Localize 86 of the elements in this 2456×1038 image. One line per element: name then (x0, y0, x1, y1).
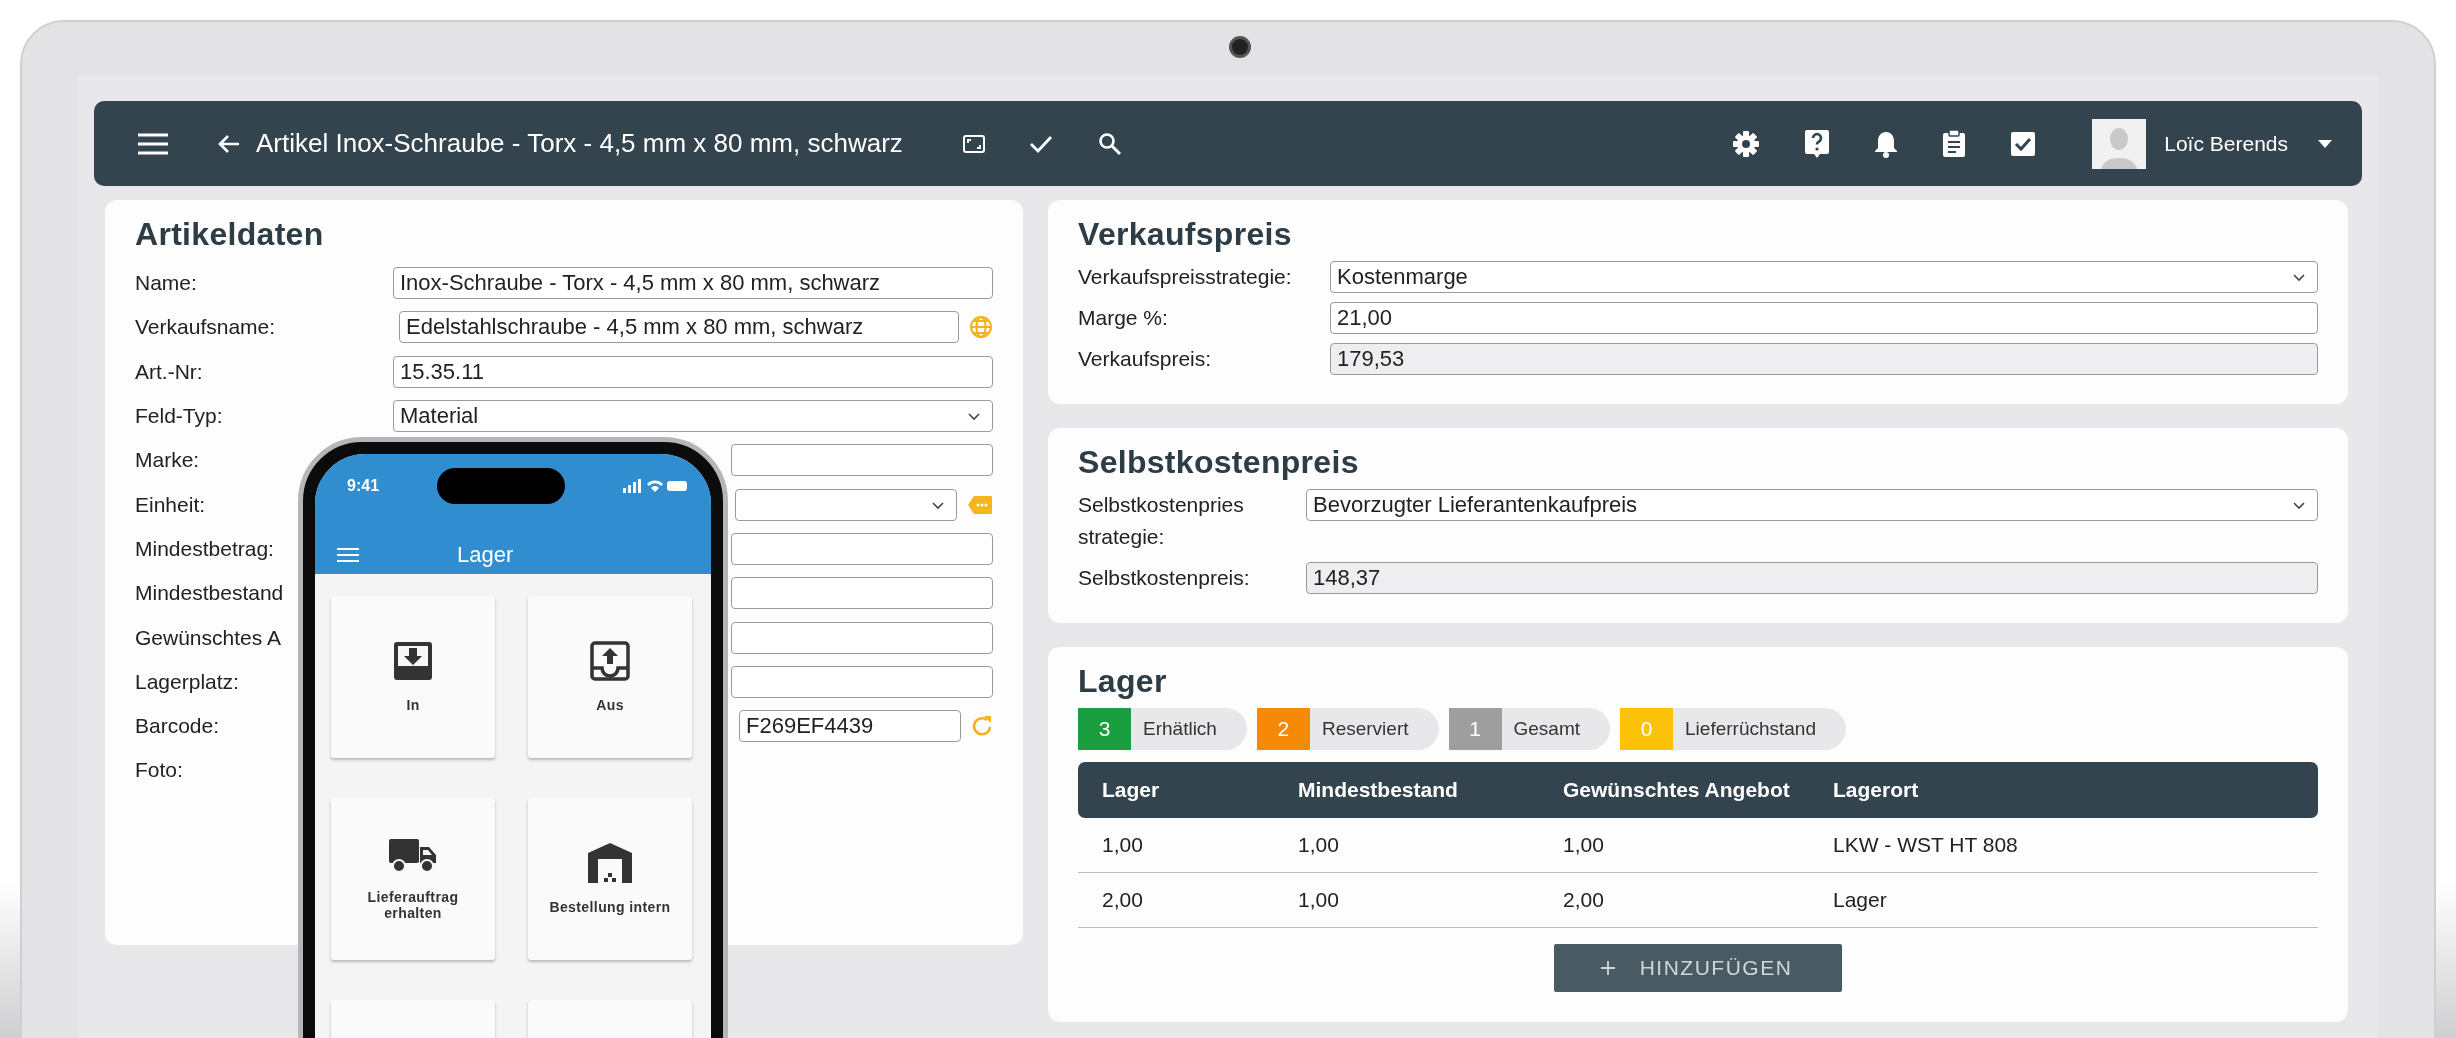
input-field[interactable] (731, 621, 993, 654)
chevron-down-icon[interactable] (932, 501, 944, 510)
menu-tile[interactable]: Aus (528, 596, 692, 758)
menu-tile[interactable]: Bestellung intern (528, 798, 692, 960)
table-cell-text: 2,00 (1102, 888, 1144, 912)
card-title: Verkaufspreis (1078, 216, 1293, 253)
menu-icon[interactable] (138, 132, 168, 155)
status-icons-drawing (623, 479, 689, 493)
table-cell-text: LKW - WST HT 808 (1833, 833, 2019, 857)
chevron-down-icon[interactable] (2293, 274, 2305, 282)
table-cell-text: 2,00 (1563, 888, 1605, 912)
card-title: Artikeldaten (135, 216, 325, 253)
input-field[interactable]: 15.35.11 (393, 355, 993, 388)
settings-icon[interactable] (1732, 129, 1761, 158)
field-label: Marge %: (1078, 305, 1169, 331)
camera-notch-icon (437, 468, 565, 504)
column-header: Lager (1102, 778, 1161, 802)
table-cell-text: Lager (1833, 888, 1888, 912)
card-title: Lager (1078, 663, 1168, 700)
field-label: Foto: (135, 758, 183, 783)
column-header: Lagerort (1833, 778, 1920, 802)
screen-icon[interactable] (962, 134, 985, 153)
clipboard-icon[interactable] (1942, 129, 1967, 158)
card-title: Selbstkostenpreis (1078, 444, 1360, 481)
status-chip: 2 Reserviert (1256, 708, 1439, 750)
user-name[interactable]: Loïc Berends (2164, 131, 2288, 156)
status-time: 9:41 (347, 477, 380, 495)
field-label: Selbstkostenpreis: (1078, 565, 1251, 591)
field-label: Marke: (135, 448, 200, 473)
field-label: Barcode: (135, 714, 220, 739)
checkbox-icon[interactable] (2010, 130, 2037, 157)
input-field: 148,37 (1306, 562, 2318, 594)
field-label: Lagerplatz: (135, 669, 239, 694)
field-label: Name: (135, 271, 197, 296)
status-chip: 3 Erhätlich (1078, 708, 1247, 750)
table-cell-text: 1,00 (1102, 833, 1144, 857)
field-label: Selbstkostenpries strategie: (1078, 492, 1245, 550)
field-label: Art.-Nr: (135, 359, 203, 384)
input-field[interactable]: 21,00 (1330, 302, 2318, 334)
field-label: Verkaufspreis: (1078, 346, 1213, 372)
warehouse-icon (588, 843, 632, 883)
check-icon[interactable] (1028, 134, 1053, 153)
help-icon[interactable] (1804, 128, 1831, 159)
chevron-down-icon[interactable] (2293, 502, 2305, 510)
field-label: Feld-Typ: (135, 404, 223, 429)
search-icon[interactable] (1096, 131, 1123, 156)
input-field[interactable]: Edelstahlschraube - 4,5 mm x 80 mm, schwarz (399, 311, 959, 344)
inbox-out-icon (590, 641, 630, 681)
input-field[interactable]: F269EF4439 (739, 710, 961, 743)
phone-title: Lager (457, 542, 514, 568)
table-cell-text: 1,00 (1563, 833, 1605, 857)
field-label: Gewünschtes A (135, 625, 281, 650)
dropdown-field[interactable]: Kostenmarge (1330, 261, 2318, 293)
inbox-in-icon (393, 641, 433, 681)
field-label: Mindestbetrag: (135, 536, 274, 561)
column-header: Mindestbestand (1298, 778, 1459, 802)
bell-icon[interactable] (1874, 129, 1899, 158)
dropdown-field[interactable] (735, 488, 957, 521)
input-field: 179,53 (1330, 343, 2318, 375)
menu-tile[interactable]: In (331, 596, 495, 758)
table-cell-text: 1,00 (1298, 888, 1340, 912)
input-field[interactable]: Inox-Schraube - Torx - 4,5 mm x 80 mm, schwarz (393, 267, 993, 300)
field-label: Verkaufspreisstrategie: (1078, 264, 1293, 290)
avatar-icon[interactable] (2092, 118, 2147, 169)
menu-tile[interactable]: Lieferauftrag erhalten (331, 798, 495, 960)
status-chip: 1 Gesamt (1448, 708, 1611, 750)
input-field[interactable] (731, 532, 993, 565)
input-field[interactable] (731, 665, 993, 698)
column-header: Gewünschtes Angebot (1563, 778, 1791, 802)
field-label: Mindestbestand (135, 581, 284, 606)
plus-icon (1599, 960, 1616, 976)
caret-icon[interactable] (2318, 139, 2332, 148)
dropdown-field[interactable]: Material (393, 400, 993, 433)
truck-icon (389, 837, 437, 873)
back-arrow-icon[interactable] (218, 133, 240, 154)
table-cell-text: 1,00 (1298, 833, 1340, 857)
input-field[interactable] (731, 444, 993, 477)
chevron-down-icon[interactable] (968, 413, 980, 422)
status-chip: 0 Lieferrüchstand (1620, 708, 1846, 750)
field-label: Verkaufsname: (135, 315, 276, 340)
page-title: Artikel Inox-Schraube - Torx - 4,5 mm x 80 mm, schwarz (256, 128, 903, 159)
field-label: Einheit: (135, 492, 206, 517)
webcam-icon (1229, 36, 1251, 58)
add-button[interactable]: HINZUFÜGEN (1553, 944, 1843, 992)
input-field[interactable] (731, 577, 993, 610)
dropdown-field[interactable]: Bevorzugter Lieferantenkaufpreis (1306, 489, 2318, 521)
